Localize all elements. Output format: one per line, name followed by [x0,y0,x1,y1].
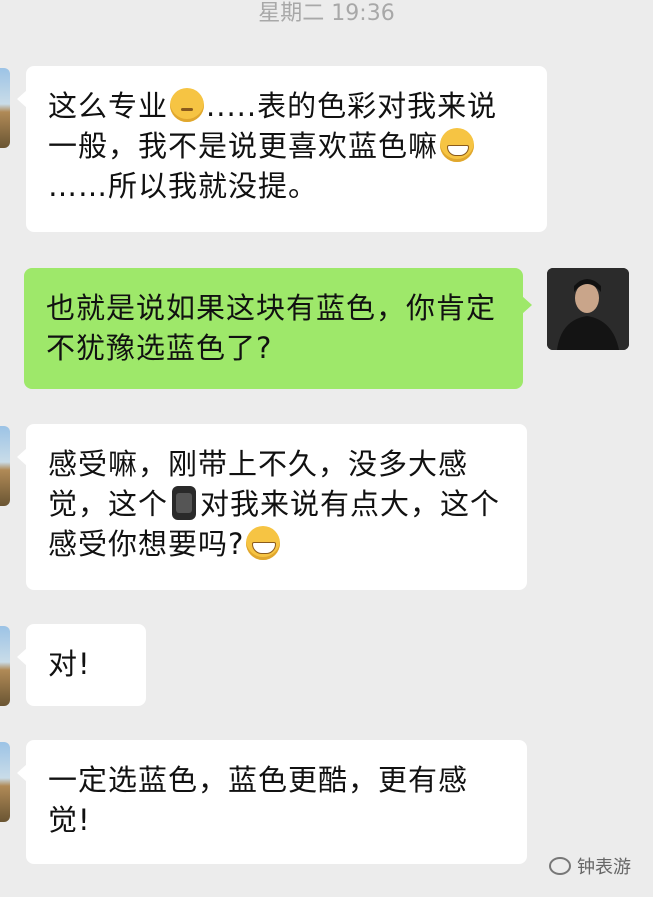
wechat-logo-icon [549,857,571,875]
person-portrait-icon [547,268,629,350]
message-bubble-incoming[interactable]: 这么专业 .....表的色彩对我来说一般，我不是说更喜欢蓝色嘛……所以我就没提。 [17,66,547,232]
message-bubble-outgoing[interactable]: 也就是说如果这块有蓝色，你肯定不犹豫选蓝色了? [24,268,532,389]
message-text: 对! [48,647,91,681]
self-avatar[interactable] [547,268,629,350]
message-text: 一定选蓝色，蓝色更酷，更有感觉! [48,763,469,837]
contact-avatar[interactable] [0,68,10,148]
contact-avatar[interactable] [0,742,10,822]
message-bubble-incoming[interactable]: 对! [17,624,146,706]
message-text: 也就是说如果这块有蓝色，你肯定不犹豫选蓝色了? [46,291,497,365]
grinning-face-icon [440,128,475,162]
message-text: ……所以我就没提。 [48,169,319,203]
watermark-text: 钟表游 [577,857,631,878]
squinting-face-icon [246,526,281,560]
watermark: 钟表游 [549,853,631,879]
thinking-face-icon [170,88,205,122]
message-text: 这么专业 [48,89,169,123]
contact-avatar[interactable] [0,426,10,506]
watch-icon [172,486,197,520]
message-bubble-incoming[interactable]: 感受嘛，刚带上不久，没多大感觉，这个 对我来说有点大，这个感受你想要吗? [17,424,527,590]
contact-avatar[interactable] [0,626,10,706]
message-bubble-incoming[interactable]: 一定选蓝色，蓝色更酷，更有感觉! [17,740,527,864]
chat-timestamp: 星期二 19:36 [258,1,395,26]
